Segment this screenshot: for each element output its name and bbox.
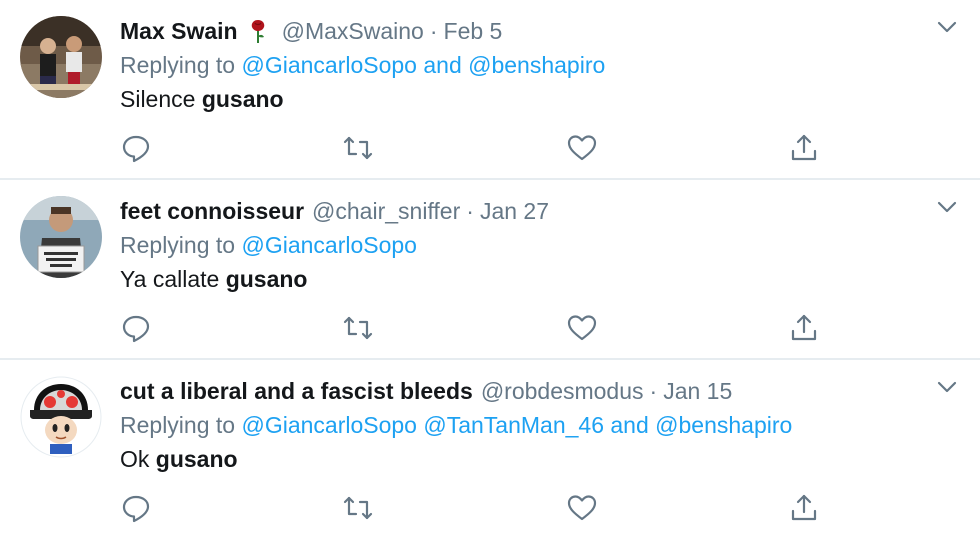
share-button[interactable] (788, 492, 820, 524)
mention-link[interactable]: @GiancarloSopo (241, 412, 417, 438)
tweet-content: feet connoisseur @chair_sniffer · Jan 27… (120, 194, 920, 296)
tweet-text-plain: Silence (120, 86, 196, 112)
reply-icon (122, 135, 150, 163)
replying-prefix: Replying to (120, 232, 236, 258)
replying-to: Replying to @GiancarloSopo (120, 228, 920, 262)
tweet-actions (120, 132, 840, 166)
chevron-down-icon[interactable] (936, 200, 958, 214)
share-icon (791, 314, 817, 341)
retweet-button[interactable] (342, 492, 374, 524)
tweet-feed: Max Swain @MaxSwaino · Feb 5 Replying to… (0, 0, 980, 537)
photo-avatar-two-people-icon (20, 16, 102, 98)
heart-icon (567, 135, 597, 161)
user-handle[interactable]: @robdesmodus (481, 374, 644, 408)
avatar[interactable] (20, 16, 102, 98)
share-icon (791, 134, 817, 161)
retweet-icon (343, 136, 373, 160)
display-name[interactable]: Max Swain (120, 14, 238, 48)
separator-dot: · (466, 198, 474, 224)
avatar[interactable] (20, 196, 102, 278)
mention-link[interactable]: @GiancarloSopo (241, 52, 417, 78)
tweet-content: cut a liberal and a fascist bleeds @robd… (120, 374, 920, 476)
heart-icon (567, 495, 597, 521)
tweet-actions (120, 312, 840, 346)
toad-character-avatar-icon (20, 376, 102, 458)
tweet-1[interactable]: Max Swain @MaxSwaino · Feb 5 Replying to… (0, 0, 980, 180)
replying-to: Replying to @GiancarloSopo and @benshapi… (120, 48, 920, 82)
tweet-actions (120, 492, 840, 526)
like-button[interactable] (566, 312, 598, 344)
user-handle[interactable]: @MaxSwaino (282, 14, 424, 48)
tweet-text: Silence gusano (120, 82, 920, 116)
chevron-down-icon[interactable] (936, 20, 958, 34)
tweet-content: Max Swain @MaxSwaino · Feb 5 Replying to… (120, 14, 920, 116)
photo-avatar-person-with-sign-icon (20, 196, 102, 278)
share-icon (791, 494, 817, 521)
retweet-icon (343, 316, 373, 340)
separator-dot: · (649, 378, 658, 404)
replying-prefix: Replying to (120, 412, 236, 438)
tweet-text-plain: Ya callate (120, 266, 220, 292)
tweet-text: Ok gusano (120, 442, 920, 476)
retweet-button[interactable] (342, 132, 374, 164)
tweet-header: feet connoisseur @chair_sniffer · Jan 27 (120, 194, 920, 228)
tweet-text-bold: gusano (155, 446, 238, 472)
display-name[interactable]: feet connoisseur (120, 194, 304, 228)
tweet-date[interactable]: Jan 15 (663, 374, 732, 408)
retweet-icon (343, 496, 373, 520)
tweet-3[interactable]: cut a liberal and a fascist bleeds @robd… (0, 360, 980, 537)
mention-link[interactable]: @benshapiro (468, 52, 605, 78)
reply-button[interactable] (120, 312, 152, 344)
mention-link[interactable]: @GiancarloSopo (241, 232, 417, 258)
tweet-text: Ya callate gusano (120, 262, 920, 296)
mention-link[interactable]: @benshapiro (655, 412, 792, 438)
user-handle[interactable]: @chair_sniffer (312, 194, 460, 228)
heart-icon (567, 315, 597, 341)
reply-icon (122, 495, 150, 523)
retweet-button[interactable] (342, 312, 374, 344)
separator-dot: · (429, 18, 438, 44)
share-button[interactable] (788, 312, 820, 344)
mention-link[interactable]: @TanTanMan_46 (423, 412, 604, 438)
replying-prefix: Replying to (120, 52, 236, 78)
mention-joiner: and (610, 412, 649, 438)
like-button[interactable] (566, 132, 598, 164)
tweet-date[interactable]: Jan 27 (480, 194, 549, 228)
tweet-2[interactable]: feet connoisseur @chair_sniffer · Jan 27… (0, 180, 980, 360)
tweet-text-plain: Ok (120, 446, 150, 472)
tweet-header: cut a liberal and a fascist bleeds @robd… (120, 374, 920, 408)
tweet-text-bold: gusano (225, 266, 308, 292)
reply-button[interactable] (120, 492, 152, 524)
like-button[interactable] (566, 492, 598, 524)
rose-icon (251, 20, 264, 43)
chevron-down-icon[interactable] (936, 380, 958, 394)
display-name[interactable]: cut a liberal and a fascist bleeds (120, 374, 473, 408)
replying-to: Replying to @GiancarloSopo @TanTanMan_46… (120, 408, 920, 442)
tweet-header: Max Swain @MaxSwaino · Feb 5 (120, 14, 920, 48)
mention-joiner: and (423, 52, 462, 78)
reply-button[interactable] (120, 132, 152, 164)
tweet-date[interactable]: Feb 5 (444, 14, 503, 48)
share-button[interactable] (788, 132, 820, 164)
avatar[interactable] (20, 376, 102, 458)
tweet-text-bold: gusano (201, 86, 284, 112)
reply-icon (122, 315, 150, 343)
